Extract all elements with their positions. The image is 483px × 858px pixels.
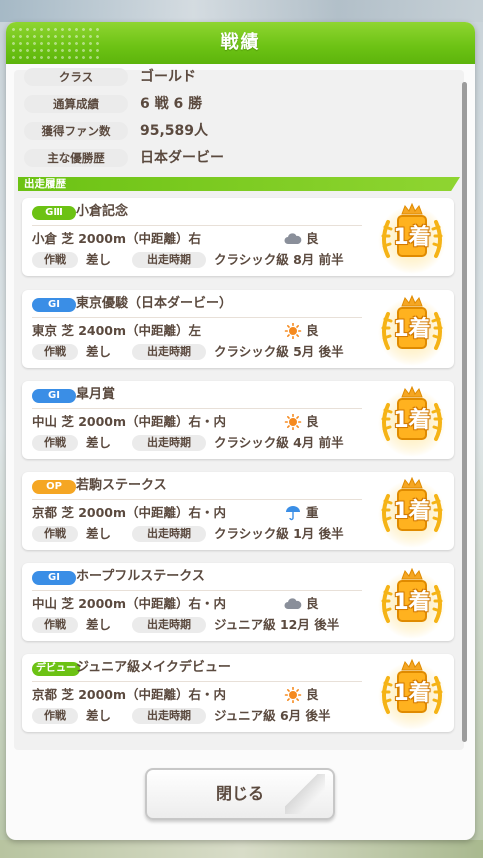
card-divider <box>32 681 362 682</box>
summary-label: 通算成績 <box>24 95 128 113</box>
placing-medal: 1着 <box>374 565 450 639</box>
race-card[interactable]: GⅠ ホープフルステークス 中山 芝 2000m（中距離）右・内 良 作戦 差し… <box>22 563 454 641</box>
placing-text: 1着 <box>393 317 431 342</box>
tactic-value: 差し <box>86 344 112 359</box>
period-label: 出走時期 <box>132 617 206 633</box>
race-name: 小倉記念 <box>76 204 129 219</box>
tactic-label: 作戦 <box>32 526 78 542</box>
course-info: 東京 芝 2400m（中距離）左 <box>32 323 202 338</box>
period-value: クラシック級 4月 前半 <box>214 435 344 450</box>
grade-badge: GⅠ <box>32 389 76 403</box>
umbrella-icon <box>284 505 302 521</box>
dialog-title: 戦績 <box>220 32 261 53</box>
background-top <box>0 0 483 22</box>
race-card[interactable]: GⅢ 小倉記念 小倉 芝 2000m（中距離）右 良 作戦 差し 出走時期 クラ… <box>22 198 454 276</box>
summary-label: クラス <box>24 68 128 86</box>
sun-icon <box>284 322 302 340</box>
summary-label: 獲得ファン数 <box>24 122 128 140</box>
tactic-value: 差し <box>86 435 112 450</box>
tactic-value: 差し <box>86 617 112 632</box>
placing-medal: 1着 <box>374 656 450 730</box>
period-value: クラシック級 8月 前半 <box>214 252 344 267</box>
tactic-value: 差し <box>86 252 112 267</box>
placing-text: 1着 <box>393 681 431 706</box>
period-value: クラシック級 5月 後半 <box>214 344 344 359</box>
tactic-label: 作戦 <box>32 708 78 724</box>
summary-value: 6 戦 6 勝 <box>140 96 203 112</box>
summary-value: 日本ダービー <box>140 150 224 166</box>
grade-badge: OP <box>32 480 76 494</box>
placing-medal: 1着 <box>374 292 450 366</box>
card-divider <box>32 225 362 226</box>
grade-badge: GⅢ <box>32 206 76 220</box>
sun-icon <box>284 413 302 431</box>
placing-text: 1着 <box>393 408 431 433</box>
race-name: ホープフルステークス <box>76 569 205 584</box>
course-info: 中山 芝 2000m（中距離）右・内 <box>32 414 227 429</box>
placing-text: 1着 <box>393 590 431 615</box>
grade-badge: GⅠ <box>32 571 76 585</box>
card-divider <box>32 590 362 591</box>
race-name: 皐月賞 <box>76 387 116 402</box>
period-label: 出走時期 <box>132 344 206 360</box>
period-label: 出走時期 <box>132 435 206 451</box>
section-title: 出走履歴 <box>24 178 66 190</box>
period-label: 出走時期 <box>132 708 206 724</box>
button-shine <box>285 774 325 814</box>
summary-value: 95,589人 <box>140 123 209 139</box>
placing-medal: 1着 <box>374 200 450 274</box>
cloud-icon <box>284 231 302 247</box>
scrollbar-thumb[interactable] <box>462 82 467 742</box>
tactic-label: 作戦 <box>32 435 78 451</box>
grade-badge: デビュー <box>32 662 80 676</box>
placing-medal: 1着 <box>374 383 450 457</box>
track-condition: 重 <box>306 505 319 520</box>
tactic-value: 差し <box>86 526 112 541</box>
period-value: ジュニア級 12月 後半 <box>214 617 340 632</box>
close-button-label: 閉じる <box>215 784 264 803</box>
race-name: 若駒ステークス <box>76 478 167 493</box>
race-card[interactable]: OP 若駒ステークス 京都 芝 2000m（中距離）右・内 重 作戦 差し 出走… <box>22 472 454 550</box>
background-bottom <box>0 840 483 858</box>
course-info: 京都 芝 2000m（中距離）右・内 <box>32 505 227 520</box>
grade-badge: GⅠ <box>32 298 76 312</box>
placing-text: 1着 <box>393 225 431 250</box>
tactic-label: 作戦 <box>32 617 78 633</box>
section-header-race-history: 出走履歴 <box>18 177 460 191</box>
track-condition: 良 <box>306 231 319 246</box>
summary-label: 主な優勝歴 <box>24 149 128 167</box>
course-info: 小倉 芝 2000m（中距離）右 <box>32 231 202 246</box>
course-info: 京都 芝 2000m（中距離）右・内 <box>32 687 227 702</box>
tactic-value: 差し <box>86 708 112 723</box>
course-info: 中山 芝 2000m（中距離）右・内 <box>32 596 227 611</box>
cloud-icon <box>284 596 302 612</box>
tactic-label: 作戦 <box>32 344 78 360</box>
period-value: クラシック級 1月 後半 <box>214 526 344 541</box>
race-name: ジュニア級メイクデビュー <box>76 660 231 675</box>
sun-icon <box>284 686 302 704</box>
dialog-header: 戦績 <box>6 22 475 64</box>
period-label: 出走時期 <box>132 526 206 542</box>
card-divider <box>32 499 362 500</box>
race-record-dialog: 戦績 クラス ゴールド 通算成績 6 戦 6 勝 獲得ファン数 95,589人 … <box>6 22 475 840</box>
summary-value: ゴールド <box>140 69 196 85</box>
track-condition: 良 <box>306 687 319 702</box>
track-condition: 良 <box>306 323 319 338</box>
race-card[interactable]: デビュー ジュニア級メイクデビュー 京都 芝 2000m（中距離）右・内 良 作… <box>22 654 454 732</box>
period-label: 出走時期 <box>132 252 206 268</box>
placing-medal: 1着 <box>374 474 450 548</box>
track-condition: 良 <box>306 414 319 429</box>
tactic-label: 作戦 <box>32 252 78 268</box>
placing-text: 1着 <box>393 499 431 524</box>
card-divider <box>32 317 362 318</box>
race-name: 東京優駿（日本ダービー） <box>76 296 233 311</box>
race-card[interactable]: GⅠ 東京優駿（日本ダービー） 東京 芝 2400m（中距離）左 良 作戦 差し… <box>22 290 454 368</box>
period-value: ジュニア級 6月 後半 <box>214 708 331 723</box>
track-condition: 良 <box>306 596 319 611</box>
race-card[interactable]: GⅠ 皐月賞 中山 芝 2000m（中距離）右・内 良 作戦 差し 出走時期 ク… <box>22 381 454 459</box>
card-divider <box>32 408 362 409</box>
close-button[interactable]: 閉じる <box>145 768 335 820</box>
